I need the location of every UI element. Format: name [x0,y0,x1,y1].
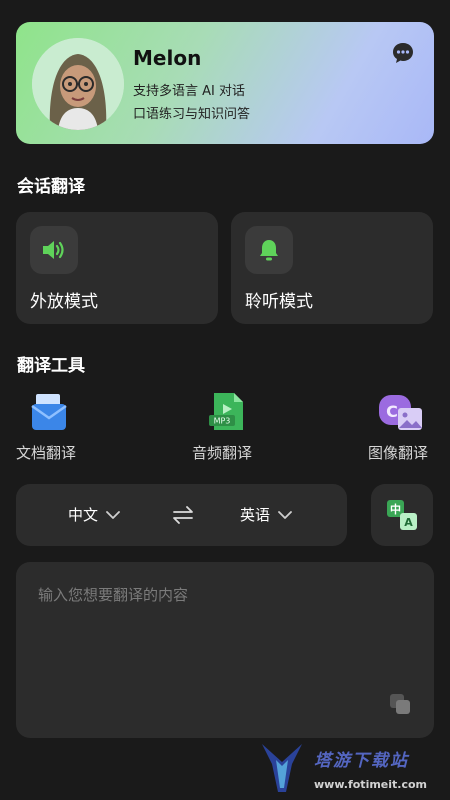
profile-name: Melon [133,46,202,70]
chevron-down-icon [278,510,292,519]
profile-description-line1: 支持多语言 AI 对话 [133,84,245,99]
target-language-select[interactable]: 英语 [240,504,292,525]
swap-languages-icon[interactable] [172,505,194,529]
watermark-text: 塔游下载站 [314,751,409,771]
language-selector-bar: 中文 英语 [16,484,347,546]
mp3-badge-text: MP3 [214,417,231,426]
translate-button[interactable]: 中 A [371,484,433,546]
watermark-logo [262,744,302,792]
profile-description-line2: 口语练习与知识问答 [133,107,251,122]
svg-text:中: 中 [390,502,401,516]
tool-image-translate[interactable]: C 图像翻译 [368,392,450,464]
watermark: 塔游下载站 www.fotimeit.com [258,742,438,798]
mp3-file-icon: MP3 [208,392,248,432]
translate-icon: 中 A [387,500,417,530]
tool-label-image: 图像翻译 [368,444,429,462]
copy-icon[interactable] [388,692,412,716]
listen-mode-card[interactable]: 聆听模式 [231,212,433,324]
listen-mode-label: 聆听模式 [245,292,313,312]
target-language-label: 英语 [240,506,271,524]
avatar [32,38,124,130]
watermark-url: www.fotimeit.com [314,778,428,791]
source-language-select[interactable]: 中文 [68,504,120,525]
speaker-icon [30,226,78,274]
speaker-mode-label: 外放模式 [30,292,98,312]
svg-text:C: C [386,402,398,421]
image-translate-icon: C [378,392,422,432]
tool-document-translate[interactable]: 文档翻译 [16,392,116,464]
bell-icon [245,226,293,274]
tool-label-document: 文档翻译 [16,444,77,462]
speaker-mode-card[interactable]: 外放模式 [16,212,218,324]
chat-bubble-icon[interactable] [392,42,414,64]
section-title-tools: 翻译工具 [17,356,85,376]
svg-text:A: A [404,516,413,529]
translation-input[interactable] [38,584,398,684]
tool-label-audio: 音频翻译 [192,444,253,462]
chevron-down-icon [106,510,120,519]
document-envelope-icon [30,392,70,432]
section-title-conversation: 会话翻译 [17,177,85,197]
tool-audio-translate[interactable]: MP3 音频翻译 [192,392,292,464]
translation-input-box [16,562,434,738]
profile-card[interactable]: Melon 支持多语言 AI 对话 口语练习与知识问答 [16,22,434,144]
source-language-label: 中文 [68,506,99,524]
